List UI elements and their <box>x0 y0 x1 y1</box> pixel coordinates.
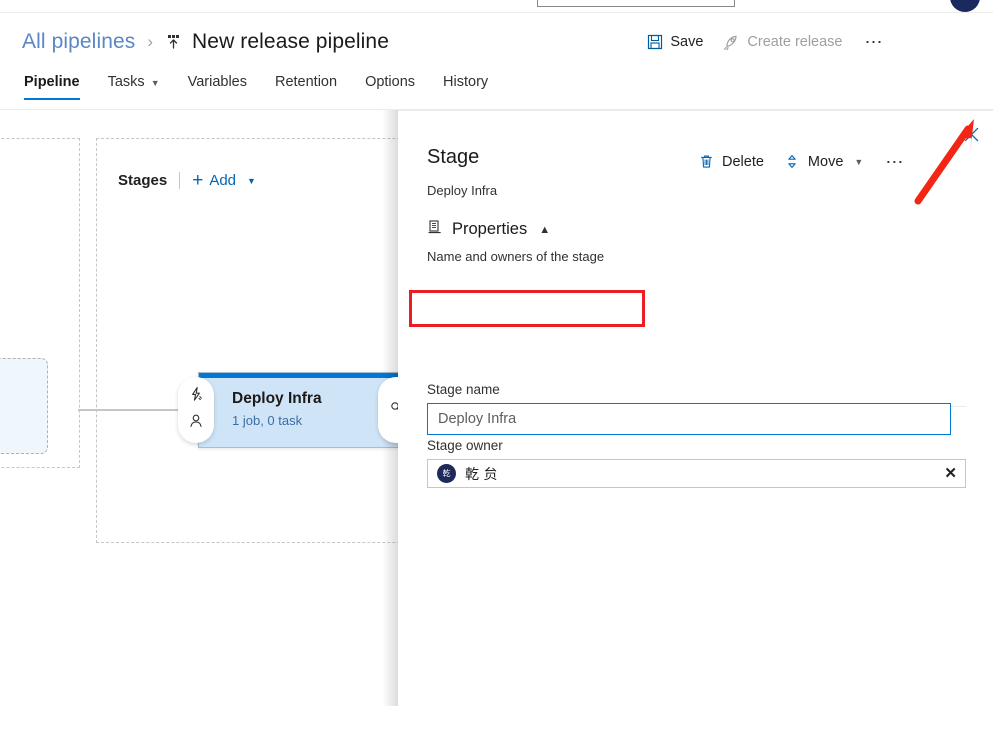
close-icon[interactable] <box>957 121 985 147</box>
create-release-button[interactable]: Create release <box>713 28 852 57</box>
commandbar-more-button[interactable]: ⋯ <box>853 31 898 53</box>
stage-card-subtitle: 1 job, 0 task <box>232 413 303 428</box>
stage-name-input[interactable] <box>427 403 951 435</box>
stage-card-deploy-infra[interactable]: Deploy Infra 1 job, 0 task <box>198 372 398 448</box>
bottom-bar: ogWeb_Infrastructure <box>0 706 993 730</box>
clear-x-icon[interactable]: ✕ <box>944 466 957 481</box>
panel-command-bar: Delete Move ▼ ⋯ <box>688 147 918 176</box>
panel-subtitle: Deploy Infra <box>427 183 498 198</box>
tab-history[interactable]: History <box>429 70 502 102</box>
header-divider <box>0 12 993 13</box>
global-search-input[interactable] <box>537 0 735 7</box>
breadcrumb-all-pipelines[interactable]: All pipelines <box>22 30 135 54</box>
breadcrumb-separator: › <box>147 32 154 51</box>
properties-server-icon <box>427 219 443 240</box>
panel-more-button[interactable]: ⋯ <box>873 151 918 173</box>
stage-properties-panel: Stage Deploy Infra Delete Move ▼ ⋯ Prope… <box>398 110 993 730</box>
global-header-sliver <box>0 0 993 12</box>
properties-section-description: Name and owners of the stage <box>427 249 605 264</box>
pre-deployment-conditions-pill[interactable] <box>178 377 214 443</box>
rocket-icon <box>723 34 740 51</box>
tab-variables-label: Variables <box>187 74 247 90</box>
breadcrumb: All pipelines › New release pipeline <box>0 20 660 64</box>
move-label: Move <box>807 153 844 170</box>
save-button[interactable]: Save <box>636 28 713 57</box>
post-deployment-conditions-pill[interactable] <box>378 377 398 443</box>
post-deploy-condition-icon[interactable] <box>388 400 398 421</box>
stages-group-header: Stages + Add ▼ <box>118 169 256 191</box>
release-pipeline-icon <box>164 33 183 52</box>
tab-options[interactable]: Options <box>351 70 429 102</box>
page-title: New release pipeline <box>192 30 389 53</box>
user-avatar[interactable] <box>950 0 980 12</box>
plus-icon: + <box>192 169 204 191</box>
trash-icon <box>698 153 715 170</box>
pipeline-canvas[interactable]: + Add Stages + Add ▼ le Deploy Infra 1 j… <box>0 110 398 706</box>
tab-tasks[interactable]: Tasks ▼ <box>94 70 174 102</box>
tab-pipeline-label: Pipeline <box>24 74 80 90</box>
chevron-down-icon: ▼ <box>854 156 864 167</box>
stages-group-title: Stages <box>118 172 168 189</box>
chevron-down-icon: ▼ <box>150 78 160 88</box>
tab-tasks-label: Tasks <box>107 74 145 90</box>
command-bar: Save Create release ⋯ <box>636 22 993 62</box>
save-label: Save <box>670 34 704 50</box>
properties-section-header[interactable]: Properties ▲ <box>427 219 550 240</box>
panel-title: Stage <box>427 146 480 168</box>
save-floppy-icon <box>646 34 663 51</box>
chevron-up-icon: ▲ <box>539 223 551 236</box>
person-icon[interactable] <box>188 413 204 434</box>
stage-owner-label: Stage owner <box>427 438 503 453</box>
tab-history-label: History <box>443 74 489 90</box>
stage-card-accent <box>199 373 398 378</box>
stage-card-name: Deploy Infra <box>232 390 322 407</box>
chevron-down-icon: ▼ <box>247 175 256 186</box>
move-updown-icon <box>784 153 801 170</box>
tab-bar: Pipeline Tasks ▼ Variables Retention Opt… <box>0 70 993 110</box>
lightning-bolt-icon[interactable] <box>188 386 204 407</box>
delete-label: Delete <box>722 153 764 170</box>
properties-section-title: Properties <box>452 220 528 238</box>
tab-retention-label: Retention <box>274 74 338 90</box>
stages-group <box>96 138 398 543</box>
avatar: 乾 <box>437 464 456 483</box>
app-root: All pipelines › New release pipeline Sav… <box>0 0 993 730</box>
move-stage-button[interactable]: Move ▼ <box>774 147 873 176</box>
header-divider <box>179 172 181 189</box>
tab-variables[interactable]: Variables <box>174 70 261 102</box>
stage-name-label: Stage name <box>427 382 500 397</box>
stage-owner-field[interactable]: 乾 乾 贠 ✕ <box>427 459 966 488</box>
create-release-label: Create release <box>747 34 843 50</box>
tab-options-label: Options <box>365 74 416 90</box>
stages-add-label: Add <box>209 172 237 189</box>
tab-retention[interactable]: Retention <box>261 70 351 102</box>
stages-add-button[interactable]: + Add ▼ <box>192 169 256 191</box>
delete-stage-button[interactable]: Delete <box>688 147 774 176</box>
tab-pipeline[interactable]: Pipeline <box>22 70 94 102</box>
artifact-placeholder-box[interactable] <box>0 358 48 454</box>
stage-owner-name: 乾 贠 <box>465 466 498 483</box>
